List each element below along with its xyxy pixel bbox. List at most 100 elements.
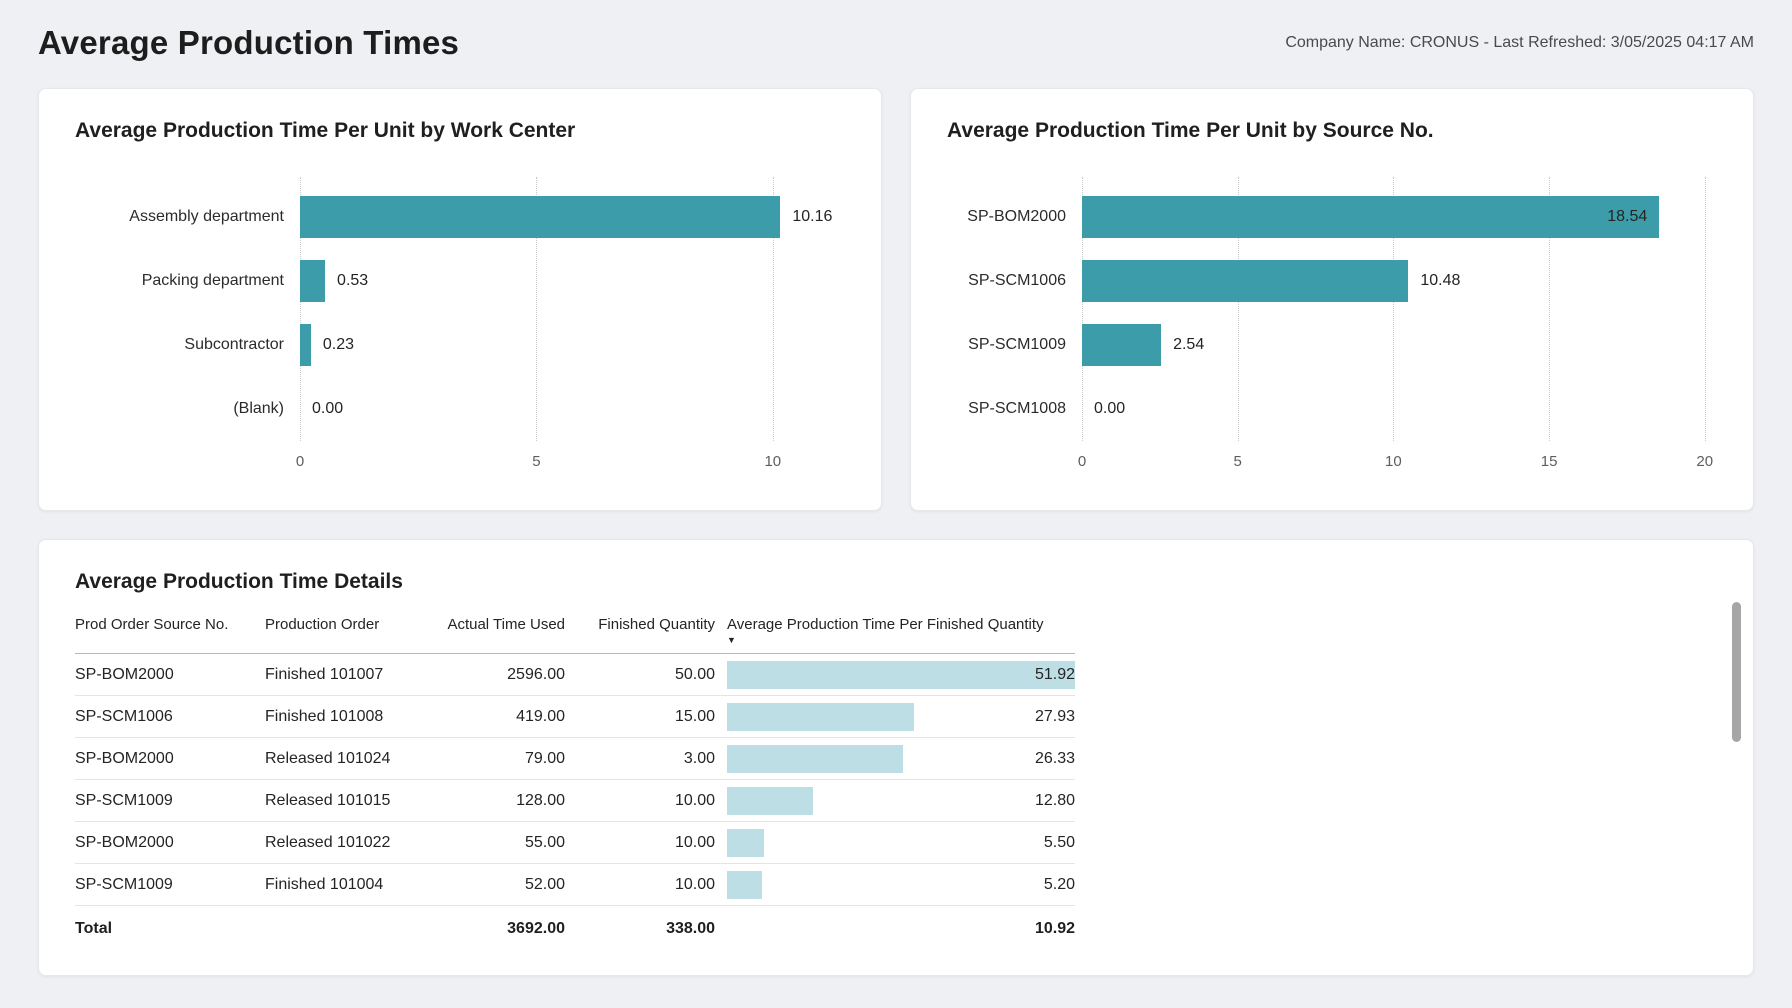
cell-production-order: Released 101024 [265,738,425,780]
details-table-card: Average Production Time Details Prod Ord… [38,539,1754,976]
work-center-bar-chart: Assembly department10.16Packing departme… [75,185,845,477]
cell-finished-qty: 50.00 [565,654,715,696]
cell-source-no: SP-SCM1006 [75,696,265,738]
bar-value-label: 10.16 [792,208,832,226]
table-row[interactable]: SP-BOM2000Released 10102479.003.0026.33 [75,738,1075,780]
bar-value-label: 2.54 [1173,336,1204,354]
category-label: SP-SCM1008 [947,400,1082,418]
cell-actual-time: 2596.00 [425,654,565,696]
bar-track: 0.53 [300,249,839,313]
column-header-avg-time[interactable]: Average Production Time Per Finished Qua… [715,612,1075,654]
bar-row: SP-BOM200018.54 [947,185,1717,249]
x-axis: 0510 [75,441,845,477]
bar-row: SP-SCM1009 2.54 [947,313,1717,377]
cell-avg-value: 26.33 [1035,750,1075,768]
cell-finished-qty: 10.00 [565,780,715,822]
axis-tick-label: 10 [1385,453,1402,470]
table-data-bar [727,829,764,857]
table-total-row: Total 3692.00 338.00 10.92 [75,906,1075,952]
chart-plot-area: Assembly department10.16Packing departme… [75,185,845,477]
bar-row: SP-SCM100610.48 [947,249,1717,313]
category-label: (Blank) [75,400,300,418]
column-header-production-order[interactable]: Production Order [265,612,425,654]
cell-finished-qty: 10.00 [565,822,715,864]
bar-value-label: 10.48 [1420,272,1460,290]
category-label: Packing department [75,272,300,290]
axis-tick-label: 5 [532,453,540,470]
cell-avg-value: 51.92 [1035,666,1075,684]
bar[interactable] [300,196,780,238]
table-header-row: Prod Order Source No. Production Order A… [75,612,1075,654]
table-row[interactable]: SP-SCM1009Released 101015128.0010.0012.8… [75,780,1075,822]
refresh-info: Company Name: CRONUS - Last Refreshed: 3… [1285,34,1754,52]
bar-value-label: 18.54 [1607,208,1647,226]
total-empty-cell [265,906,425,952]
cell-finished-qty: 3.00 [565,738,715,780]
bar[interactable] [1082,260,1408,302]
bar[interactable] [300,260,325,302]
charts-row: Average Production Time Per Unit by Work… [38,88,1754,511]
cell-avg-value: 12.80 [1035,792,1075,810]
bar[interactable] [1082,324,1161,366]
data-bar-wrap: 51.92 [727,660,1075,690]
dashboard-page: Average Production Times Company Name: C… [0,0,1792,1008]
bar-track: 10.16 [300,185,839,249]
bar[interactable] [1082,196,1659,238]
table-row[interactable]: SP-SCM1009Finished 10100452.0010.005.20 [75,864,1075,906]
cell-avg-value: 5.20 [1044,876,1075,894]
table-data-bar [727,703,914,731]
data-bar-wrap: 5.20 [727,870,1075,900]
cell-source-no: SP-BOM2000 [75,822,265,864]
cell-production-order: Finished 101004 [265,864,425,906]
chart-plot-area: SP-BOM200018.54SP-SCM100610.48SP-SCM1009… [947,185,1717,477]
details-table-title: Average Production Time Details [75,570,1717,594]
details-table: Prod Order Source No. Production Order A… [75,612,1075,952]
axis-tick-label: 15 [1541,453,1558,470]
cell-avg-time: 51.92 [715,654,1075,696]
cell-finished-qty: 10.00 [565,864,715,906]
cell-avg-value: 27.93 [1035,708,1075,726]
cell-avg-time: 26.33 [715,738,1075,780]
cell-actual-time: 419.00 [425,696,565,738]
data-bar-wrap: 27.93 [727,702,1075,732]
cell-actual-time: 52.00 [425,864,565,906]
total-finished-qty: 338.00 [565,906,715,952]
bar-track: 2.54 [1082,313,1711,377]
table-row[interactable]: SP-BOM2000Finished 1010072596.0050.0051.… [75,654,1075,696]
axis-track: 05101520 [1082,441,1711,477]
column-header-finished-qty[interactable]: Finished Quantity [565,612,715,654]
category-label: Subcontractor [75,336,300,354]
cell-avg-time: 5.20 [715,864,1075,906]
table-row[interactable]: SP-SCM1006Finished 101008419.0015.0027.9… [75,696,1075,738]
sort-descending-icon: ▼ [727,635,1075,645]
bar-track: 0.23 [300,313,839,377]
table-data-bar [727,745,903,773]
cell-avg-time: 12.80 [715,780,1075,822]
table-row[interactable]: SP-BOM2000Released 10102255.0010.005.50 [75,822,1075,864]
bar-value-label: 0.00 [1094,400,1125,418]
bar-value-label: 0.23 [323,336,354,354]
cell-actual-time: 55.00 [425,822,565,864]
column-header-source-no[interactable]: Prod Order Source No. [75,612,265,654]
cell-avg-time: 27.93 [715,696,1075,738]
cell-source-no: SP-SCM1009 [75,780,265,822]
table-data-bar [727,787,813,815]
category-label: SP-SCM1009 [947,336,1082,354]
bar-track: 0.00 [1082,377,1711,441]
source-no-chart-card: Average Production Time Per Unit by Sour… [910,88,1754,511]
bar-row: Packing department 0.53 [75,249,845,313]
vertical-scrollbar-thumb[interactable] [1732,602,1741,742]
cell-production-order: Finished 101008 [265,696,425,738]
bar-track: 0.00 [300,377,839,441]
bar-value-label: 0.00 [312,400,343,418]
column-header-actual-time[interactable]: Actual Time Used [425,612,565,654]
bar-row: Assembly department10.16 [75,185,845,249]
data-bar-wrap: 12.80 [727,786,1075,816]
axis-tick-label: 0 [296,453,304,470]
bar[interactable] [300,324,311,366]
source-no-chart-title: Average Production Time Per Unit by Sour… [947,119,1717,143]
column-header-avg-time-label: Average Production Time Per Finished Qua… [727,616,1044,633]
bar-row: Subcontractor 0.23 [75,313,845,377]
cell-actual-time: 79.00 [425,738,565,780]
bar-value-label: 0.53 [337,272,368,290]
